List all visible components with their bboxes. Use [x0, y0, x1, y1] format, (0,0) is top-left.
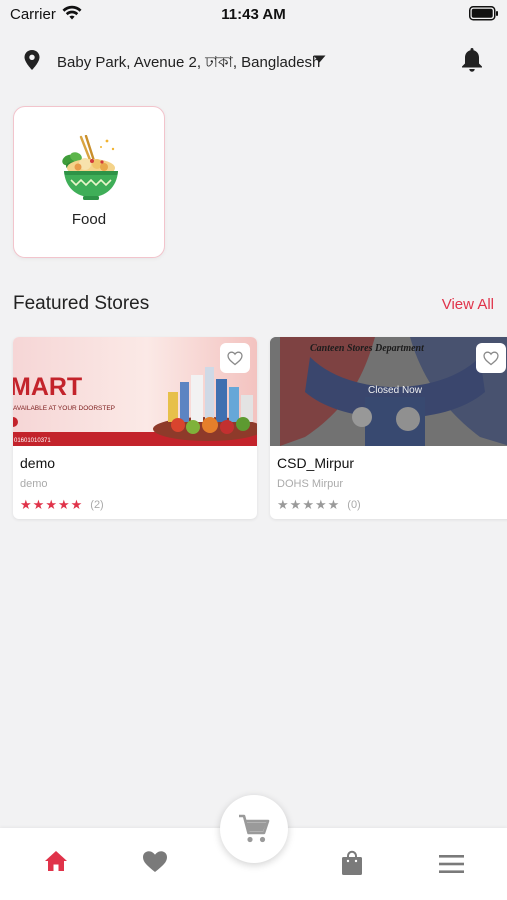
location-pin-icon[interactable]: [23, 49, 41, 71]
store-name: demo: [20, 455, 56, 471]
store-card-csd-mirpur[interactable]: Canteen Stores Department Closed Now CSD…: [270, 337, 507, 519]
caret-down-icon[interactable]: [313, 55, 326, 63]
heart-icon[interactable]: [142, 850, 168, 873]
category-label: Food: [71, 211, 107, 228]
store-card-demo[interactable]: MART AVAILABLE AT YOUR DOORSTEP 01601010…: [13, 337, 257, 519]
store-location: demo: [20, 478, 48, 490]
star-rating: ★ ★ ★ ★ ★ (0): [277, 498, 361, 512]
favorite-button[interactable]: [476, 343, 506, 373]
star-rating: ★ ★ ★ ★ ★ (2): [20, 498, 104, 512]
star-icon: ★: [302, 497, 314, 512]
heart-outline-icon: [483, 351, 499, 365]
favorite-button[interactable]: [220, 343, 250, 373]
bell-icon[interactable]: [460, 46, 484, 73]
star-icon: ★: [289, 497, 302, 512]
delivery-location[interactable]: Baby Park, Avenue 2, ঢাকা, Bangladesh: [57, 51, 320, 76]
section-title: Featured Stores: [13, 293, 150, 314]
banner-title: MART: [13, 373, 82, 401]
star-icon: ★: [32, 497, 45, 512]
bag-icon[interactable]: [341, 850, 363, 876]
menu-icon[interactable]: [439, 855, 464, 873]
home-icon[interactable]: [44, 850, 68, 872]
category-food[interactable]: Food: [13, 106, 165, 258]
food-bowl-icon: [62, 135, 118, 200]
rating-count: (0): [347, 499, 361, 511]
store-location: DOHS Mirpur: [277, 478, 344, 490]
banner-tagline: AVAILABLE AT YOUR DOORSTEP: [13, 405, 115, 412]
star-icon: ★: [327, 497, 340, 512]
cart-button[interactable]: [220, 795, 288, 863]
star-icon: ★: [45, 497, 57, 512]
star-icon: ★: [277, 497, 289, 512]
store-name: CSD_Mirpur: [277, 455, 355, 471]
store-status: Closed Now: [368, 385, 422, 396]
banner-phone: 01601010371: [14, 438, 51, 444]
status-bar: Carrier 11:43 AM: [0, 0, 507, 30]
star-icon: ★: [57, 497, 70, 512]
star-icon: ★: [314, 497, 327, 512]
view-all-link[interactable]: View All: [442, 296, 494, 313]
rating-count: (2): [90, 499, 104, 511]
star-icon: ★: [70, 497, 83, 512]
banner-title: Canteen Stores Department: [310, 343, 425, 354]
battery-icon: [469, 6, 498, 21]
heart-outline-icon: [227, 351, 243, 365]
star-icon: ★: [20, 497, 32, 512]
cart-icon: [239, 814, 270, 843]
status-time: 11:43 AM: [221, 6, 286, 23]
